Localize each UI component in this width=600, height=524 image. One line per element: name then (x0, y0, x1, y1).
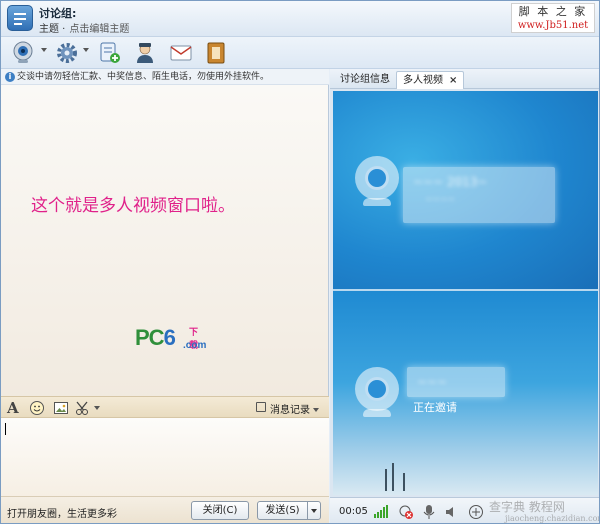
watermark-title: 脚 本 之 家 (518, 5, 588, 18)
close-button[interactable]: 关闭(C) (191, 501, 249, 520)
gear-dropdown-icon[interactable] (83, 48, 89, 52)
bottom-bar: 打开朋友圈，生活更多彩 关闭(C) 发送(S) (1, 496, 329, 523)
chat-pane: i 交谈中请勿轻信汇款、中奖信息、陌生电话，勿使用外挂软件。 这个就是多人视频窗… (1, 69, 329, 523)
close-tab-icon[interactable]: × (449, 75, 457, 86)
send-options-button[interactable] (307, 501, 321, 520)
mail-icon[interactable] (169, 41, 193, 65)
scissors-icon[interactable] (75, 400, 93, 416)
microphone-icon[interactable] (422, 504, 436, 520)
participant-status: ~~~~ (425, 195, 456, 205)
chat-caption: 这个就是多人视频窗口啦。 (31, 196, 235, 216)
watermark-url: www.Jb51.net (517, 20, 589, 31)
site-watermark-bottom: 查字典 教程网 jiaocheng.chazidian.com (489, 498, 600, 523)
screen-share-icon[interactable] (468, 504, 484, 520)
message-input[interactable] (1, 418, 329, 496)
scissors-dropdown-icon[interactable] (94, 406, 100, 410)
logo-pc: PC (135, 325, 165, 350)
promo-link[interactable]: 打开朋友圈，生活更多彩 (7, 505, 117, 520)
book-icon[interactable] (204, 41, 228, 65)
webcam-icon[interactable] (11, 41, 37, 65)
tab-multi-video[interactable]: 多人视频 × (396, 71, 465, 89)
discussion-group-icon (7, 5, 33, 31)
gear-icon[interactable] (55, 41, 81, 65)
logo-com: .com (183, 340, 207, 351)
logo-six: 6 (163, 325, 176, 350)
tree-silhouette (392, 463, 394, 491)
title-bar: 讨论组: 主题 · 点击编辑主题 脚 本 之 家 www.Jb51.net (1, 1, 599, 37)
webcam-dropdown-icon[interactable] (41, 48, 47, 52)
site-mark-url: jiaocheng.chazidian.com (505, 514, 600, 523)
send-button[interactable]: 发送(S) (257, 501, 308, 520)
pc6-logo: PC6 下载 .com (135, 325, 206, 351)
history-icon (256, 402, 266, 412)
video-slot-2[interactable]: ~~~ 正在邀请 (333, 291, 598, 495)
webcam-placeholder-icon (355, 367, 399, 417)
chat-window: 讨论组: 主题 · 点击编辑主题 脚 本 之 家 www.Jb51.net i … (0, 0, 600, 524)
image-icon[interactable] (53, 400, 69, 416)
history-label: 消息记录 (270, 405, 310, 416)
add-doc-icon[interactable] (98, 41, 122, 65)
tree-silhouette (385, 469, 387, 491)
message-history-button[interactable]: 消息记录 (256, 401, 319, 416)
tab-strip: 讨论组信息 多人视频 × (330, 69, 599, 89)
history-dropdown-icon (313, 408, 319, 412)
input-toolbar: A 消息记录 (1, 396, 329, 418)
info-icon: i (5, 72, 15, 82)
tab-multi-video-label: 多人视频 (403, 75, 443, 86)
font-icon[interactable]: A (7, 400, 21, 416)
speaker-icon[interactable] (444, 504, 458, 520)
text-cursor (5, 423, 6, 435)
inviting-status: 正在邀请 (413, 401, 457, 414)
video-slot-1[interactable]: ~~~ 2013~ ~~~~ (333, 91, 598, 289)
call-timer: 00:05 (339, 506, 368, 517)
invitee-name: ~~~ (417, 375, 448, 389)
signal-strength-icon (374, 505, 390, 518)
toolbar (1, 37, 599, 69)
participant-name: ~~~ 2013~ (413, 175, 488, 189)
group-name: 讨论组: (39, 7, 77, 20)
emoji-icon[interactable] (29, 400, 45, 416)
side-panel: 讨论组信息 多人视频 × ~~~ 2013~ ~~~~ ~~~ 正在邀请 00:0… (330, 69, 600, 523)
agent-icon[interactable] (133, 41, 157, 65)
safety-notice: i 交谈中请勿轻信汇款、中奖信息、陌生电话，勿使用外挂软件。 (1, 69, 329, 85)
site-mark-title: 查字典 教程网 (489, 500, 565, 514)
subject-line[interactable]: 主题 · 点击编辑主题 (39, 20, 129, 35)
notice-text: 交谈中请勿轻信汇款、中奖信息、陌生电话，勿使用外挂软件。 (17, 72, 270, 82)
video-control-bar: 00:05 查字典 教程网 jiaocheng.chazidian.com (330, 497, 600, 523)
site-watermark: 脚 本 之 家 www.Jb51.net (511, 3, 595, 33)
edit-subject-link[interactable]: 点击编辑主题 (69, 24, 129, 35)
webcam-placeholder-icon (355, 156, 399, 206)
tab-group-info[interactable]: 讨论组信息 (334, 71, 396, 89)
tree-silhouette (403, 473, 405, 491)
camera-off-icon[interactable] (398, 504, 414, 520)
subject-label: 主题 · (39, 24, 66, 35)
